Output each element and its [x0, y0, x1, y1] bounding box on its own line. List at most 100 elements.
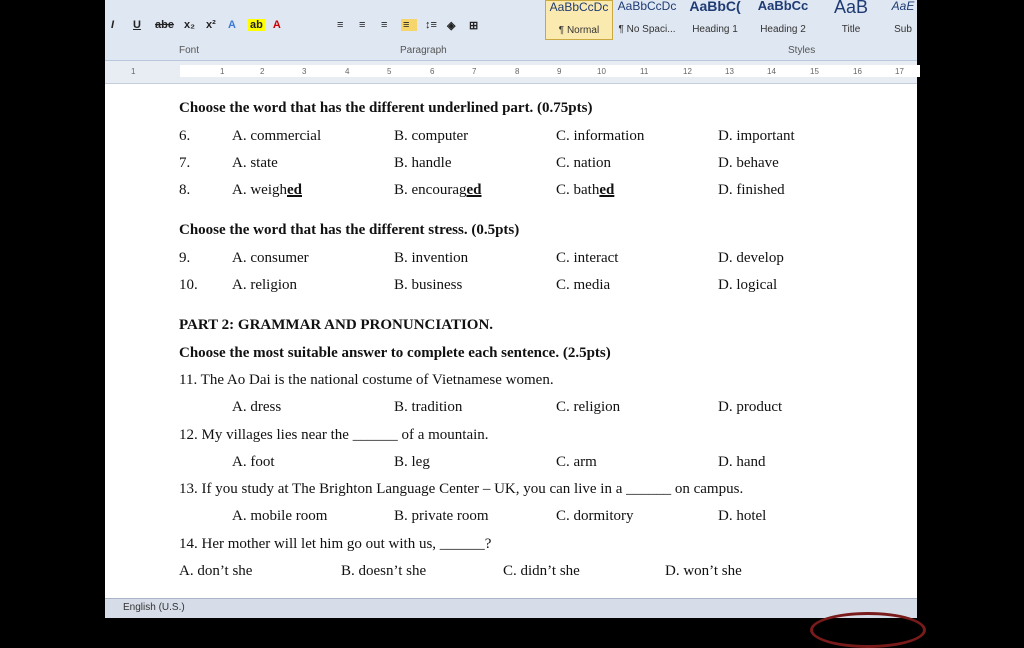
- ruler-number: 11: [640, 67, 649, 76]
- option-d: D. logical: [718, 277, 778, 293]
- line-spacing-icon[interactable]: ↕≡: [423, 19, 439, 31]
- justify-icon[interactable]: ≡: [401, 19, 417, 31]
- option-a: A. foot: [232, 454, 275, 470]
- option-b: B. business: [394, 277, 463, 293]
- section-heading: Choose the word that has the different s…: [179, 222, 520, 238]
- language-indicator[interactable]: English (U.S.): [123, 602, 185, 613]
- option-a: A. dress: [232, 399, 282, 415]
- ruler-number: 1: [220, 67, 225, 76]
- status-bar: English (U.S.): [105, 598, 917, 618]
- question-number: 10.: [179, 277, 198, 293]
- style-name: ¶ Normal: [558, 25, 600, 36]
- style-no-spacing[interactable]: AaBbCcDc ¶ No Spaci...: [613, 0, 681, 40]
- italic-button[interactable]: I: [109, 19, 125, 31]
- underlined-part: ed: [466, 182, 482, 198]
- question-number: 7.: [179, 155, 191, 171]
- ruler-number: 6: [430, 67, 435, 76]
- shading-icon[interactable]: ◈: [445, 19, 461, 32]
- ruler-number: 13: [725, 67, 734, 76]
- document-page[interactable]: Choose the word that has the different u…: [105, 84, 917, 598]
- style-heading-2[interactable]: AaBbCc Heading 2: [749, 0, 817, 40]
- style-heading-1[interactable]: AaBbC(Heading 1: [681, 0, 749, 40]
- ruler-number: 9: [557, 67, 562, 76]
- underline-button[interactable]: U: [131, 19, 147, 31]
- option-d: D. product: [718, 399, 783, 415]
- option-b: B. doesn’t she: [341, 563, 427, 579]
- style-subtitle[interactable]: AaE Sub: [885, 0, 921, 40]
- style-name: Title: [841, 24, 861, 35]
- option-d: D. hand: [718, 454, 766, 470]
- option-a: A. weighed: [232, 182, 302, 199]
- question-stem: 12. My villages lies near the ______ of …: [179, 427, 489, 443]
- highlight-button[interactable]: ab: [247, 19, 265, 31]
- ruler-number: 5: [387, 67, 392, 76]
- option-b: B. computer: [394, 128, 469, 144]
- align-center-icon[interactable]: ≡: [357, 19, 373, 31]
- ruler-number: 14: [767, 67, 776, 76]
- option-a: A. don’t she: [179, 563, 253, 579]
- question-number: 6.: [179, 128, 191, 144]
- option-b: B. leg: [394, 454, 430, 470]
- font-group-label: Font: [179, 45, 200, 56]
- paragraph-group-label: Paragraph: [400, 45, 447, 56]
- question-stem: 13. If you study at The Brighton Languag…: [179, 481, 744, 497]
- style-sample: AaBbCcDc: [549, 1, 609, 14]
- option-text: B. encourag: [394, 182, 467, 198]
- option-a: A. state: [232, 155, 278, 171]
- watermark-logo: [810, 612, 926, 648]
- option-c: C. didn’t she: [503, 563, 580, 579]
- option-c: C. media: [556, 277, 611, 293]
- strikethrough-button[interactable]: abe: [153, 19, 176, 31]
- font-color-button[interactable]: A: [271, 19, 287, 31]
- option-a: A. religion: [232, 277, 297, 293]
- styles-group-label: Styles: [788, 45, 816, 56]
- style-name: Heading 2: [760, 24, 806, 35]
- option-c: C. information: [556, 128, 645, 144]
- style-normal[interactable]: AaBbCcDc ¶ Normal: [545, 0, 613, 40]
- horizontal-ruler[interactable]: 1 1 2 3 4 5 6 7 8 9 10 11 12 13 14 15 16…: [105, 61, 920, 84]
- option-c: C. arm: [556, 454, 597, 470]
- align-right-icon[interactable]: ≡: [379, 19, 395, 31]
- question-number: 9.: [179, 250, 191, 266]
- option-c: C. dormitory: [556, 508, 634, 524]
- ruler-number: 2: [260, 67, 265, 76]
- paragraph-toolbar: ≡ ≡ ≡ ≡ ↕≡ ◈ ⊞: [335, 14, 483, 36]
- ruler-number: 4: [345, 67, 350, 76]
- option-b: B. tradition: [394, 399, 463, 415]
- underlined-part: ed: [599, 182, 615, 198]
- section-heading: Choose the word that has the different u…: [179, 100, 593, 116]
- option-b: B. encouraged: [394, 182, 481, 199]
- option-a: A. mobile room: [232, 508, 328, 524]
- style-sample: AaBbCc: [757, 0, 809, 13]
- option-c: C. religion: [556, 399, 621, 415]
- option-c: C. nation: [556, 155, 611, 171]
- style-name: ¶ No Spaci...: [618, 24, 676, 35]
- text-effects-button[interactable]: A: [226, 19, 242, 31]
- align-left-icon[interactable]: ≡: [335, 19, 351, 31]
- option-text: D. finished: [718, 182, 785, 198]
- option-b: B. invention: [394, 250, 469, 266]
- ruler-number: 7: [472, 67, 477, 76]
- option-d: D. hotel: [718, 508, 767, 524]
- ruler-number: 15: [810, 67, 819, 76]
- style-title[interactable]: AaB Title: [817, 0, 885, 40]
- ruler-number: 8: [515, 67, 520, 76]
- option-d: D. won’t she: [665, 563, 742, 579]
- subscript-button[interactable]: x₂: [182, 19, 198, 31]
- option-a: A. commercial: [232, 128, 322, 144]
- borders-icon[interactable]: ⊞: [467, 19, 483, 32]
- font-toolbar: I U abe x₂ x² A ab A: [109, 14, 287, 36]
- question-stem: 11. The Ao Dai is the national costume o…: [179, 372, 554, 388]
- superscript-button[interactable]: x²: [204, 19, 220, 31]
- ruler-number: 1: [131, 67, 136, 76]
- option-d: D. important: [718, 128, 795, 144]
- ruler-number: 16: [853, 67, 862, 76]
- style-sample: AaE: [891, 0, 915, 13]
- option-a: A. consumer: [232, 250, 309, 266]
- underlined-part: ed: [287, 182, 302, 198]
- part-heading: PART 2: GRAMMAR AND PRONUNCIATION.: [179, 317, 494, 333]
- ruler-number: 17: [895, 67, 904, 76]
- option-d: D. finished: [718, 182, 785, 199]
- style-sample: AaBbCcDc: [617, 0, 677, 13]
- ruler-text-area: [180, 65, 920, 77]
